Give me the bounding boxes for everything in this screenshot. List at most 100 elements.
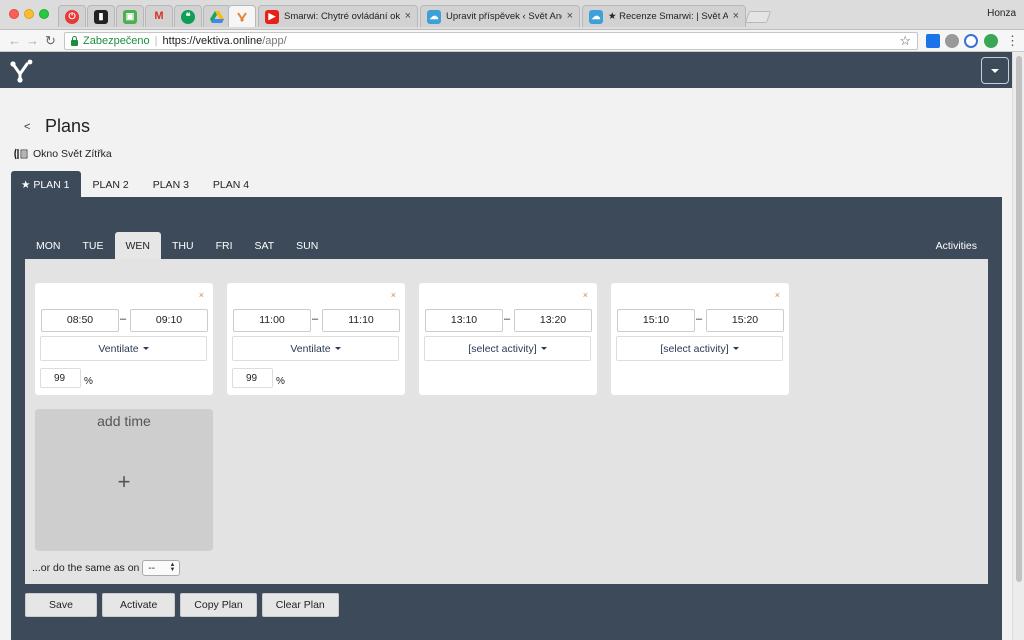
forward-arrow-icon[interactable]: → (26, 33, 39, 49)
day-schedule: × 08:50 – 09:10 Ventilate 99% × 11:00 – … (25, 259, 988, 584)
copy-day-value: -- (148, 562, 156, 574)
save-button[interactable]: Save (25, 593, 97, 617)
activities-link[interactable]: Activities (936, 240, 977, 252)
pinned-tab-hangouts[interactable]: ❝ (174, 5, 202, 27)
lock-icon (71, 35, 78, 46)
tab-close-icon[interactable]: × (567, 11, 573, 22)
youtube-icon: ▶ (265, 9, 279, 24)
copy-day-select[interactable]: -- ▲ ▼ (142, 560, 181, 576)
time-from-input[interactable]: 11:00 (233, 309, 311, 332)
browser-toolbar: ← → ↻ Zabezpečeno | https://vektiva.onli… (0, 30, 1024, 52)
time-to-input[interactable]: 15:20 (706, 309, 784, 332)
plan-actions: Save Activate Copy Plan Clear Plan (25, 593, 339, 617)
percent-input[interactable]: 99% (232, 368, 285, 388)
day-tabs: MON TUE WEN THU FRI SAT SUN (25, 232, 329, 260)
profile-name[interactable]: Honza (987, 8, 1016, 19)
updown-arrows-icon: ▲ ▼ (169, 562, 176, 573)
url-host: https://vektiva.online (162, 35, 263, 47)
time-slot: × 08:50 – 09:10 Ventilate 99% (35, 283, 213, 395)
browser-tab-smarwi[interactable]: ▶ Smarwi: Chytré ovládání oken × (258, 5, 418, 27)
time-to-input[interactable]: 11:10 (322, 309, 400, 332)
activity-select[interactable]: [select activity] (424, 336, 591, 361)
copy-plan-button[interactable]: Copy Plan (180, 593, 257, 617)
back-arrow-icon[interactable]: ← (8, 33, 21, 49)
pinned-tab-notes[interactable]: ▮ (87, 5, 115, 27)
url-separator: | (154, 35, 158, 47)
pinned-tab-vektiva[interactable] (228, 5, 256, 27)
notes-icon: ▮ (94, 9, 108, 24)
tab-day-mon[interactable]: MON (25, 232, 72, 260)
tab-day-sun[interactable]: SUN (285, 232, 329, 260)
time-from-input[interactable]: 08:50 (41, 309, 119, 332)
scrollbar-thumb[interactable] (1016, 56, 1022, 582)
activity-select[interactable]: Ventilate (232, 336, 399, 361)
extension-leaf-icon[interactable] (984, 34, 998, 48)
time-range-dash: – (120, 313, 127, 325)
activate-button[interactable]: Activate (101, 593, 176, 617)
bookmark-star-icon[interactable]: ☆ (899, 33, 911, 49)
tab-day-sat[interactable]: SAT (244, 232, 286, 260)
tab-plan-1[interactable]: ★ PLAN 1 (11, 171, 81, 198)
time-to-input[interactable]: 13:20 (514, 309, 592, 332)
tab-close-icon[interactable]: × (733, 11, 739, 22)
vektiva-icon (235, 10, 249, 24)
time-range-dash: – (312, 313, 319, 325)
gmail-icon: M (154, 10, 164, 22)
time-range-dash: – (696, 313, 703, 325)
browser-tab-upravit[interactable]: ☁ Upravit příspěvek ‹ Svět Android × (420, 5, 580, 27)
tab-day-fri[interactable]: FRI (205, 232, 244, 260)
vektiva-logo[interactable] (9, 58, 35, 87)
back-button[interactable]: < (24, 121, 30, 133)
pinned-tab-calendar[interactable]: ▣ (116, 5, 144, 27)
remove-slot-icon[interactable]: × (391, 290, 396, 300)
time-from-input[interactable]: 13:10 (425, 309, 503, 332)
window-zoom-button[interactable] (39, 9, 49, 19)
wordpress-icon: ☁ (589, 9, 603, 24)
browser-menu-icon[interactable]: ⋮ (1006, 33, 1019, 49)
tab-day-tue[interactable]: TUE (72, 232, 115, 260)
browser-tab-recenze[interactable]: ☁ ★ Recenze Smarwi: | Svět Android × (582, 5, 746, 27)
page-scrollbar[interactable] (1012, 52, 1024, 640)
copy-day-row: ...or do the same as on -- ▲ ▼ (32, 560, 181, 576)
tab-close-icon[interactable]: × (405, 11, 411, 22)
time-from-input[interactable]: 15:10 (617, 309, 695, 332)
extension-plus-icon[interactable] (926, 34, 940, 48)
add-time-button[interactable]: add time + (35, 409, 213, 551)
activity-select[interactable]: [select activity] (616, 336, 783, 361)
power-icon: ⏻ (65, 9, 79, 24)
extension-info-icon[interactable] (964, 34, 978, 48)
tab-plan-2[interactable]: PLAN 2 (81, 171, 141, 198)
tab-day-wen[interactable]: WEN (114, 232, 161, 260)
remove-slot-icon[interactable]: × (199, 290, 204, 300)
remove-slot-icon[interactable]: × (583, 290, 588, 300)
percent-value: 99 (246, 373, 258, 384)
tab-plan-4[interactable]: PLAN 4 (201, 171, 261, 198)
time-to-input[interactable]: 09:10 (130, 309, 208, 332)
pinned-tab-gmail[interactable]: M (145, 5, 173, 27)
tab-day-thu[interactable]: THU (161, 232, 205, 260)
time-slot: × 15:10 – 15:20 [select activity] (611, 283, 789, 395)
calendar-icon: ▣ (123, 9, 137, 24)
page-title: Plans (45, 116, 91, 136)
window-close-button[interactable] (9, 9, 19, 19)
time-slot: × 13:10 – 13:20 [select activity] (419, 283, 597, 395)
pinned-tab-drive[interactable] (203, 5, 231, 27)
url-path: /app/ (262, 35, 287, 47)
remove-slot-icon[interactable]: × (775, 290, 780, 300)
tab-title: Upravit příspěvek ‹ Svět Android (446, 11, 562, 22)
plan-panel: MON TUE WEN THU FRI SAT SUN Activities ×… (11, 197, 1002, 640)
activity-select[interactable]: Ventilate (40, 336, 207, 361)
pinned-tab-power[interactable]: ⏻ (58, 5, 86, 27)
browser-tab-strip: ⏻ ▮ ▣ M ❝ ▶ Smarwi: Chytré ovládání oken… (0, 0, 1024, 30)
header-menu-button[interactable] (981, 57, 1009, 84)
percent-input[interactable]: 99% (40, 368, 93, 388)
drive-icon (210, 10, 224, 24)
reload-icon[interactable]: ↻ (45, 33, 56, 49)
extension-owl-icon[interactable] (945, 34, 959, 48)
address-bar[interactable]: Zabezpečeno | https://vektiva.online /ap… (64, 32, 918, 50)
new-tab-button[interactable] (744, 11, 772, 23)
window-minimize-button[interactable] (24, 9, 34, 19)
tab-plan-3[interactable]: PLAN 3 (141, 171, 201, 198)
clear-plan-button[interactable]: Clear Plan (261, 593, 339, 617)
activity-select-label: [select activity] (660, 342, 729, 355)
